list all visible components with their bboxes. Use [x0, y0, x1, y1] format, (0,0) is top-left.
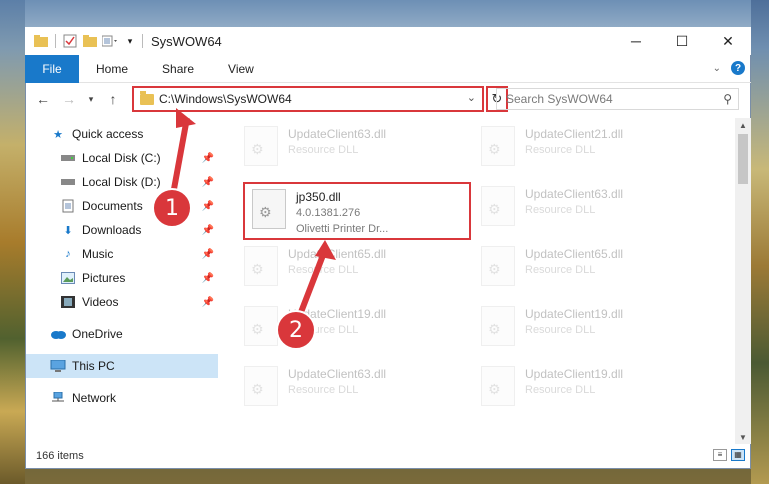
- arrow-head-file: [315, 240, 336, 260]
- arrow-to-file: [295, 248, 328, 322]
- annotation-arrows: [169, 108, 336, 322]
- step-2-callout: 2: [276, 310, 316, 350]
- arrow-head-address: [176, 108, 196, 128]
- step-1-callout: 1: [152, 188, 192, 228]
